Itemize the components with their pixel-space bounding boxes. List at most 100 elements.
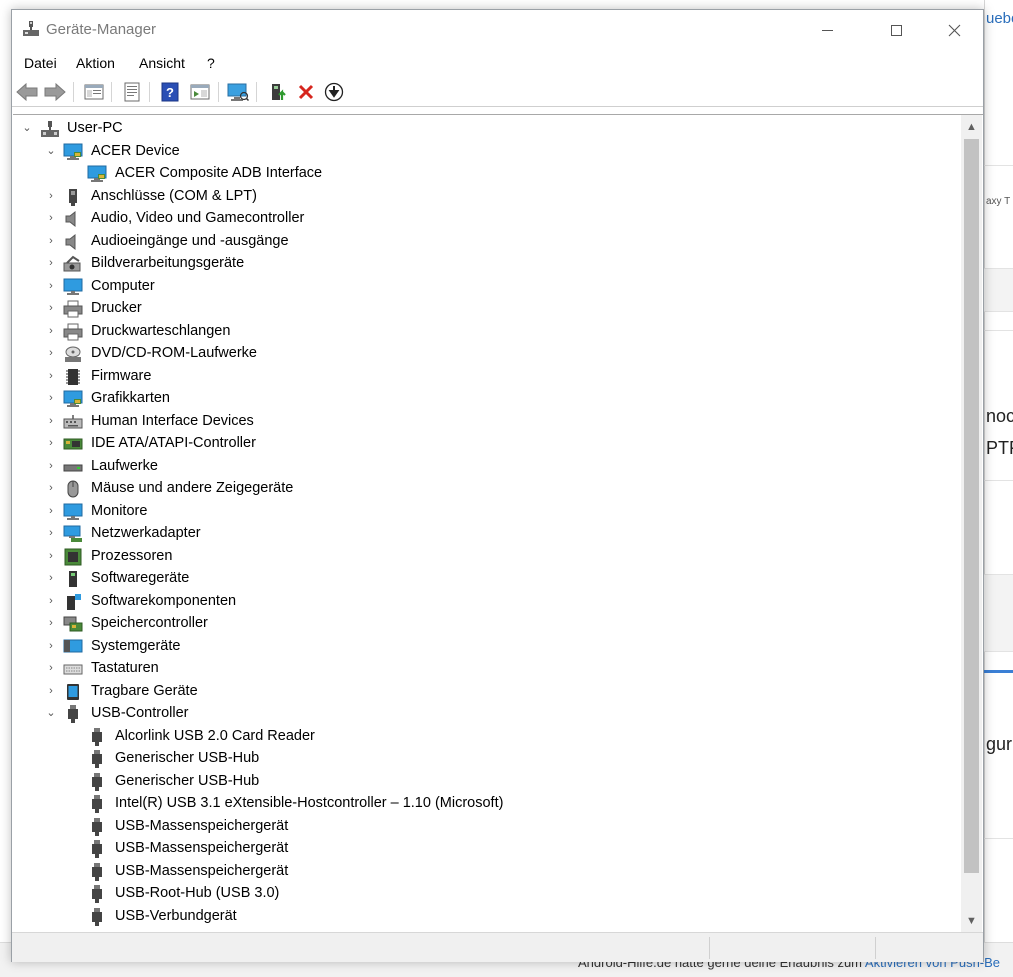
tree-category[interactable]: › Prozessoren — [13, 546, 961, 568]
tree-category[interactable]: › Human Interface Devices — [13, 411, 961, 433]
maximize-button[interactable] — [873, 10, 919, 50]
tree-device[interactable]: Alcorlink USB 2.0 Card Reader — [13, 726, 961, 748]
tree-item-label: Intel(R) USB 3.1 eXtensible-Hostcontroll… — [115, 795, 504, 811]
tree-device[interactable]: Intel(R) USB 3.1 eXtensible-Hostcontroll… — [13, 793, 961, 815]
tree-device[interactable]: Generischer USB-Hub — [13, 748, 961, 770]
tree-item-label: Drucker — [91, 300, 142, 316]
drive-icon — [63, 458, 83, 476]
tree-category[interactable]: › Audioeingänge und -ausgänge — [13, 231, 961, 253]
tree-category[interactable]: › IDE ATA/ATAPI-Controller — [13, 433, 961, 455]
scroll-thumb[interactable] — [964, 139, 979, 873]
expand-chevron-icon[interactable]: › — [45, 504, 57, 518]
menu-ansicht[interactable]: Ansicht — [139, 55, 185, 71]
expand-chevron-icon[interactable]: › — [45, 459, 57, 473]
tree-category[interactable]: › Druckwarteschlangen — [13, 321, 961, 343]
menu-help[interactable]: ? — [207, 55, 215, 71]
title-bar[interactable]: Geräte-Manager — [12, 10, 983, 50]
camera-icon — [63, 255, 83, 273]
tree-category[interactable]: › Tastaturen — [13, 658, 961, 680]
tree-device[interactable]: ACER Composite ADB Interface — [13, 163, 961, 185]
tree-item-label: USB-Root-Hub (USB 3.0) — [115, 885, 280, 901]
properties-button[interactable] — [120, 80, 144, 104]
tree-category[interactable]: › Softwaregeräte — [13, 568, 961, 590]
tree-item-label: Grafikkarten — [91, 390, 170, 406]
storage-controller-icon — [63, 615, 83, 633]
update-driver-button[interactable] — [266, 80, 290, 104]
tree-root[interactable]: ⌄ User-PC — [13, 118, 961, 140]
expand-chevron-icon[interactable]: › — [45, 301, 57, 315]
expand-chevron-icon[interactable]: › — [45, 661, 57, 675]
tree-category[interactable]: › Anschlüsse (COM & LPT) — [13, 186, 961, 208]
tree-category[interactable]: › Mäuse und andere Zeigegeräte — [13, 478, 961, 500]
expand-chevron-icon[interactable]: › — [45, 616, 57, 630]
expand-chevron-icon[interactable]: › — [45, 391, 57, 405]
tree-category[interactable]: › Systemgeräte — [13, 636, 961, 658]
expand-chevron-icon[interactable]: › — [45, 684, 57, 698]
action-pane-icon — [190, 84, 210, 100]
usb-icon — [87, 863, 107, 881]
help-button[interactable]: ? — [158, 80, 182, 104]
close-button[interactable] — [931, 10, 977, 50]
tree-category[interactable]: ⌄ ACER Device — [13, 141, 961, 163]
tree-device[interactable]: Generischer USB-Hub — [13, 771, 961, 793]
tree-category[interactable]: › Bildverarbeitungsgeräte — [13, 253, 961, 275]
menu-datei[interactable]: Datei — [24, 55, 57, 71]
tree-category[interactable]: › Firmware — [13, 366, 961, 388]
vertical-scrollbar[interactable]: ▲ ▼ — [961, 115, 982, 933]
collapse-chevron-icon[interactable]: ⌄ — [45, 144, 57, 158]
expand-chevron-icon[interactable]: › — [45, 571, 57, 585]
expand-chevron-icon[interactable]: › — [45, 526, 57, 540]
maximize-icon — [890, 24, 902, 36]
window-title: Geräte-Manager — [46, 21, 157, 38]
tree-device[interactable]: USB-Verbundgerät — [13, 906, 961, 928]
tree-device[interactable]: USB-Massenspeichergerät — [13, 861, 961, 883]
forward-icon — [44, 83, 66, 101]
action-pane-button[interactable] — [188, 80, 212, 104]
mouse-icon — [63, 480, 83, 498]
forward-button[interactable] — [43, 80, 67, 104]
tree-view-button[interactable] — [82, 80, 106, 104]
expand-chevron-icon[interactable]: › — [45, 481, 57, 495]
back-icon — [16, 83, 38, 101]
tree-category[interactable]: › DVD/CD-ROM-Laufwerke — [13, 343, 961, 365]
tree-category[interactable]: › Tragbare Geräte — [13, 681, 961, 703]
expand-chevron-icon[interactable]: › — [45, 639, 57, 653]
background-accent-rule — [984, 670, 1013, 673]
tree-category[interactable]: › Softwarekomponenten — [13, 591, 961, 613]
collapse-chevron-icon[interactable]: ⌄ — [45, 706, 57, 720]
tree-category[interactable]: › Audio, Video und Gamecontroller — [13, 208, 961, 230]
back-button[interactable] — [15, 80, 39, 104]
tree-category[interactable]: › Computer — [13, 276, 961, 298]
expand-chevron-icon[interactable]: › — [45, 436, 57, 450]
tree-device[interactable]: USB-Massenspeichergerät — [13, 838, 961, 860]
download-button[interactable] — [322, 80, 346, 104]
expand-chevron-icon[interactable]: › — [45, 414, 57, 428]
tree-device[interactable] — [13, 928, 961, 930]
scroll-down-arrow-icon[interactable]: ▼ — [961, 911, 982, 931]
tree-category[interactable]: › Speichercontroller — [13, 613, 961, 635]
tree-device[interactable]: USB-Root-Hub (USB 3.0) — [13, 883, 961, 905]
tree-category[interactable]: › Monitore — [13, 501, 961, 523]
expand-chevron-icon[interactable]: › — [45, 279, 57, 293]
uninstall-button[interactable] — [294, 80, 318, 104]
expand-chevron-icon[interactable]: › — [45, 346, 57, 360]
expand-chevron-icon[interactable]: › — [45, 324, 57, 338]
minimize-button[interactable] — [804, 10, 850, 50]
tree-category[interactable]: › Drucker — [13, 298, 961, 320]
tree-category[interactable]: ⌄ USB-Controller — [13, 703, 961, 725]
collapse-chevron-icon[interactable]: ⌄ — [21, 121, 33, 135]
expand-chevron-icon[interactable]: › — [45, 549, 57, 563]
expand-chevron-icon[interactable]: › — [45, 594, 57, 608]
tree-category[interactable]: › Laufwerke — [13, 456, 961, 478]
scroll-up-arrow-icon[interactable]: ▲ — [961, 117, 982, 137]
expand-chevron-icon[interactable]: › — [45, 189, 57, 203]
expand-chevron-icon[interactable]: › — [45, 234, 57, 248]
expand-chevron-icon[interactable]: › — [45, 369, 57, 383]
tree-category[interactable]: › Netzwerkadapter — [13, 523, 961, 545]
tree-category[interactable]: › Grafikkarten — [13, 388, 961, 410]
expand-chevron-icon[interactable]: › — [45, 256, 57, 270]
tree-device[interactable]: USB-Massenspeichergerät — [13, 816, 961, 838]
menu-aktion[interactable]: Aktion — [76, 55, 115, 71]
scan-hardware-button[interactable] — [226, 80, 250, 104]
expand-chevron-icon[interactable]: › — [45, 211, 57, 225]
